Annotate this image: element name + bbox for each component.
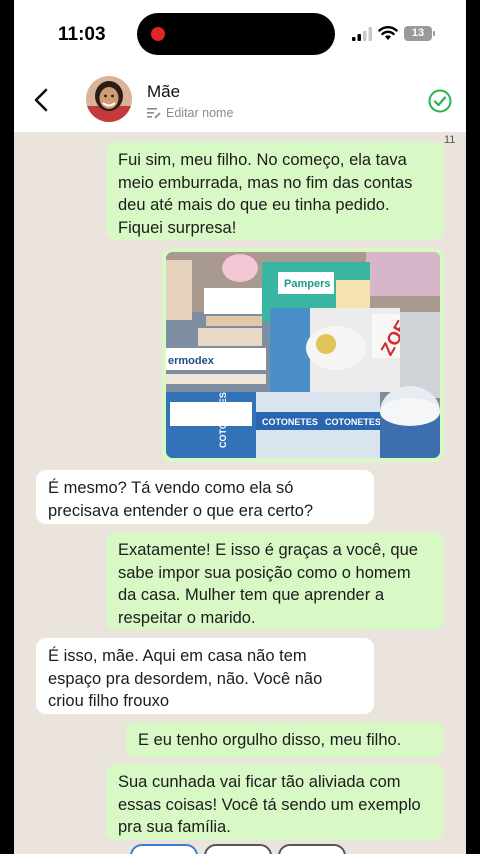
photo-brand-ermodex: ermodex: [168, 355, 215, 367]
contact-photo: [86, 76, 132, 122]
message-text: É isso, mãe. Aqui em casa não tem espaço…: [48, 647, 323, 710]
message-bubble-incoming[interactable]: É mesmo? Tá vendo como ela só precisava …: [36, 470, 374, 524]
edit-lines-icon: [147, 108, 161, 119]
message-text: Exatamente! E isso é graças a você, que …: [118, 541, 418, 627]
chat-area[interactable]: 11 Fui sim, meu filho. No começo, ela ta…: [14, 132, 466, 854]
battery-indicator: 13: [404, 26, 432, 41]
edit-name-button[interactable]: Editar nome: [147, 106, 233, 120]
shared-photo[interactable]: Pampers ZOE ermodex COTONETES COTONETES …: [166, 252, 440, 458]
quick-reply-chip[interactable]: [204, 844, 272, 854]
chat-header: Mãe Editar nome: [14, 68, 466, 132]
cellular-signal-icon: [352, 27, 372, 41]
verified-check-icon[interactable]: [428, 89, 452, 113]
status-time: 11:03: [58, 24, 106, 45]
status-bar: 11:03 13: [14, 0, 466, 68]
message-bubble-outgoing[interactable]: Exatamente! E isso é graças a você, que …: [106, 532, 444, 630]
recording-indicator-icon: [151, 27, 165, 41]
message-text: Sua cunhada vai ficar tão aliviada com e…: [118, 773, 421, 836]
message-bubble-outgoing[interactable]: Sua cunhada vai ficar tão aliviada com e…: [106, 764, 444, 840]
dynamic-island: [137, 13, 335, 55]
message-bubble-outgoing[interactable]: Fui sim, meu filho. No começo, ela tava …: [106, 142, 444, 240]
photo-brand-cotonetes-side: COTONETES: [218, 392, 228, 448]
quick-reply-chip[interactable]: [278, 844, 346, 854]
phone-screen: 11:03 13 Mãe Editar nome 11 Fui sim, meu…: [14, 0, 466, 854]
image-message-bubble[interactable]: Pampers ZOE ermodex COTONETES COTONETES …: [162, 248, 444, 462]
edit-name-label: Editar nome: [166, 106, 234, 120]
message-bubble-incoming[interactable]: É isso, mãe. Aqui em casa não tem espaço…: [36, 638, 374, 714]
back-arrow-icon[interactable]: [34, 88, 48, 112]
message-bubble-outgoing[interactable]: E eu tenho orgulho disso, meu filho.: [126, 722, 444, 758]
message-text: É mesmo? Tá vendo como ela só precisava …: [48, 479, 314, 520]
quick-reply-chip[interactable]: [130, 844, 198, 854]
photo-brand-cotonetes-2: COTONETES: [325, 417, 381, 427]
photo-brand-pampers: Pampers: [284, 278, 330, 290]
message-counter: 11: [444, 134, 456, 146]
message-text: Fui sim, meu filho. No começo, ela tava …: [118, 151, 413, 237]
contact-name[interactable]: Mãe: [147, 82, 180, 102]
avatar[interactable]: [86, 76, 132, 122]
message-text: E eu tenho orgulho disso, meu filho.: [138, 731, 402, 749]
products-photo-illustration: Pampers ZOE ermodex COTONETES COTONETES …: [166, 252, 440, 458]
wifi-icon: [378, 26, 398, 40]
photo-brand-cotonetes-1: COTONETES: [262, 417, 318, 427]
battery-nub: [433, 31, 435, 36]
